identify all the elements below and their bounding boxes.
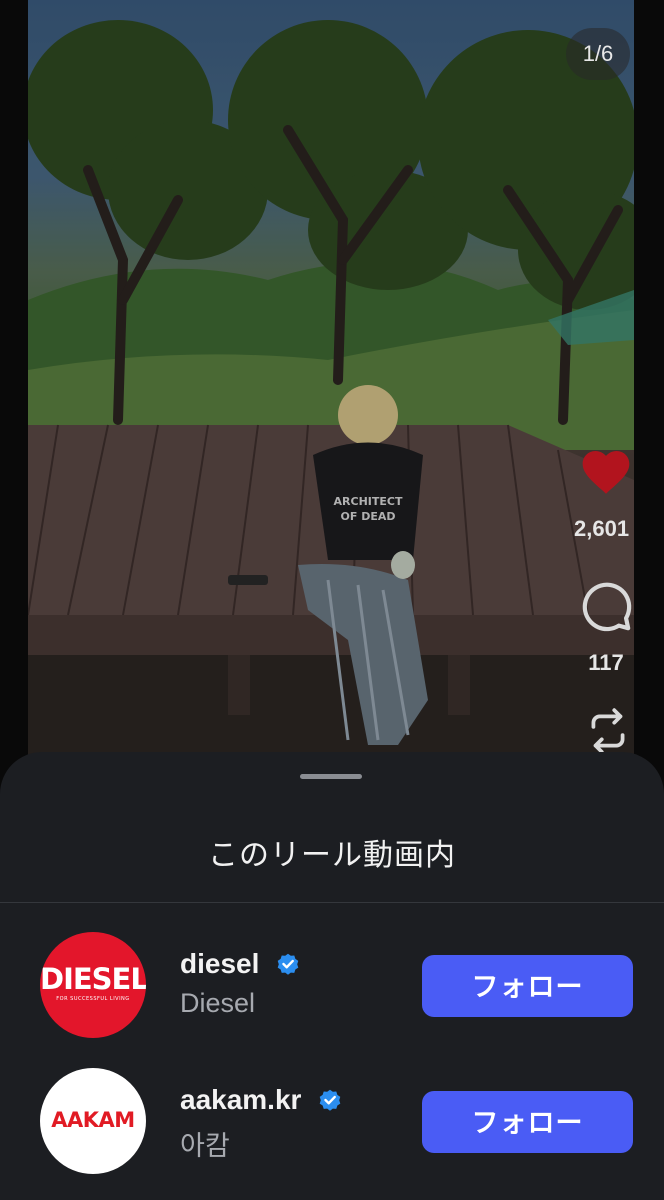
heart-icon xyxy=(582,451,630,494)
comment-icon xyxy=(582,582,632,632)
account-row-diesel[interactable]: DIESEL FOR SUCCESSFUL LIVING diesel Dies… xyxy=(0,932,664,1042)
repost-icon xyxy=(591,708,625,754)
avatar[interactable]: AAKAM xyxy=(40,1068,146,1174)
sheet-drag-handle[interactable] xyxy=(300,774,362,779)
account-display-name: Diesel xyxy=(180,988,256,1018)
repost-button[interactable] xyxy=(580,706,636,756)
verified-badge-icon xyxy=(319,1089,341,1111)
verified-badge-icon xyxy=(277,953,299,975)
account-handle-text: aakam.kr xyxy=(180,1084,302,1115)
svg-text:ARCHITECT: ARCHITECT xyxy=(334,495,403,508)
bottom-sheet: このリール動画内 DIESEL FOR SUCCESSFUL LIVING di… xyxy=(0,752,664,1200)
comment-count: 117 xyxy=(588,650,624,675)
sheet-divider xyxy=(0,902,664,903)
comment-button[interactable] xyxy=(578,578,634,634)
aakam-logo: AAKAM xyxy=(51,1108,135,1132)
follow-button-diesel[interactable]: フォロー xyxy=(422,955,633,1017)
svg-text:OF DEAD: OF DEAD xyxy=(341,510,396,523)
diesel-logo-tagline: FOR SUCCESSFUL LIVING xyxy=(56,996,130,1002)
sheet-title: このリール動画内 xyxy=(208,839,456,872)
like-button[interactable] xyxy=(578,444,634,500)
account-handle-text: diesel xyxy=(180,948,260,979)
avatar[interactable]: DIESEL FOR SUCCESSFUL LIVING xyxy=(40,932,146,1038)
diesel-logo: DIESEL xyxy=(40,962,146,996)
reel-photo-scene: ARCHITECT OF DEAD xyxy=(28,20,634,800)
follow-button-aakam[interactable]: フォロー xyxy=(422,1091,633,1153)
account-display-name: 아캄 xyxy=(180,1131,230,1161)
like-count: 2,601 xyxy=(574,516,630,541)
reel-photo[interactable]: ARCHITECT OF DEAD xyxy=(28,0,634,800)
account-handle[interactable]: aakam.kr xyxy=(180,1084,343,1116)
account-handle[interactable]: diesel xyxy=(180,948,301,980)
account-row-aakam[interactable]: AAKAM aakam.kr 아캄 フォロー xyxy=(0,1068,664,1178)
photo-counter: 1/6 xyxy=(566,28,630,80)
